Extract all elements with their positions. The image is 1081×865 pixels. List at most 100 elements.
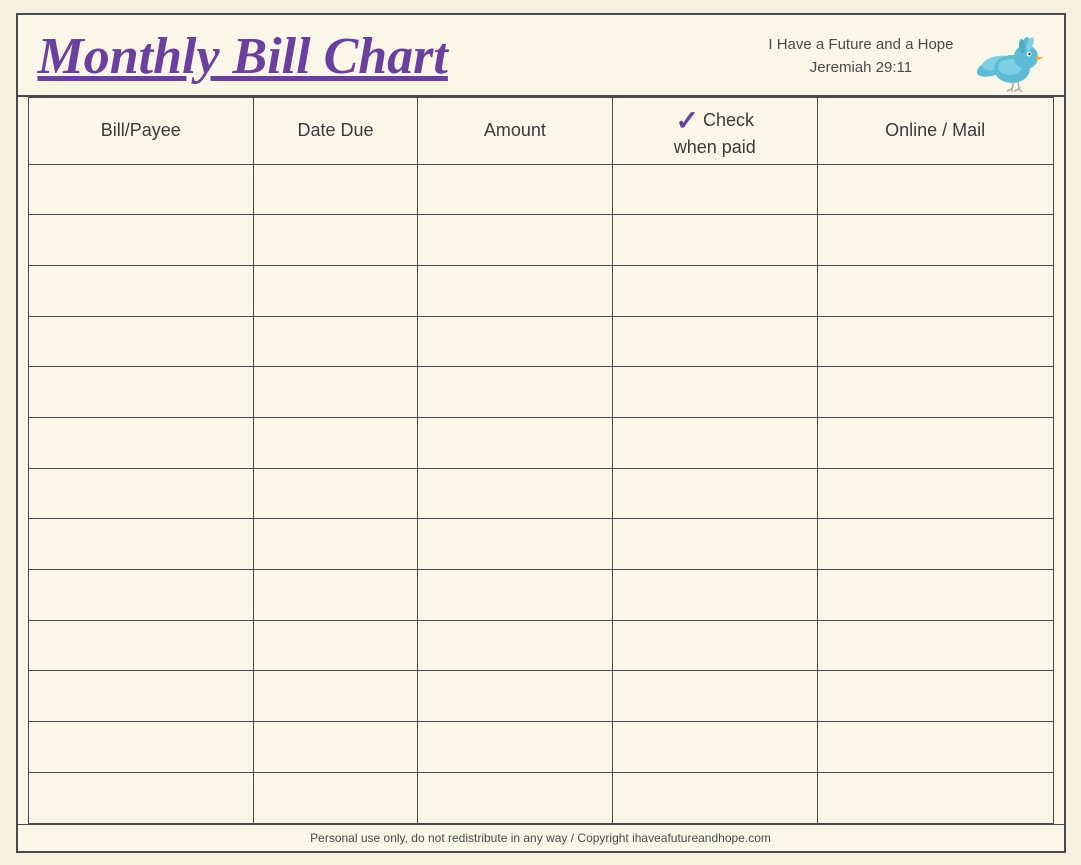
table-row: [28, 468, 1053, 519]
table-cell: [28, 570, 254, 621]
table-row: [28, 316, 1053, 367]
footer: Personal use only, do not redistribute i…: [18, 824, 1064, 851]
tagline-line2: Jeremiah 29:11: [810, 57, 912, 80]
footer-text: Personal use only, do not redistribute i…: [310, 831, 771, 845]
table-cell: [817, 265, 1053, 316]
table-cell: [612, 417, 817, 468]
table-cell: [612, 620, 817, 671]
table-cell: [418, 772, 613, 823]
table-cell: [28, 265, 254, 316]
table-cell: [612, 265, 817, 316]
table-cell: [418, 164, 613, 215]
page-container: Monthly Bill Chart I Have a Future and a…: [16, 13, 1066, 853]
table-body: [28, 164, 1053, 823]
table-cell: [817, 570, 1053, 621]
table-cell: [817, 722, 1053, 773]
checkmark-symbol: ✓: [676, 104, 699, 137]
table-cell: [612, 570, 817, 621]
table-cell: [612, 671, 817, 722]
table-cell: [418, 468, 613, 519]
col-header-check: ✓ Check when paid: [612, 97, 817, 164]
table-row: [28, 671, 1053, 722]
table-cell: [28, 722, 254, 773]
table-cell: [817, 772, 1053, 823]
table-cell: [28, 215, 254, 266]
bird-icon: [974, 27, 1044, 87]
table-cell: [418, 265, 613, 316]
table-cell: [28, 164, 254, 215]
table-cell: [254, 519, 418, 570]
table-cell: [418, 215, 613, 266]
bill-chart-table: Bill/Payee Date Due Amount ✓ Check: [28, 97, 1054, 824]
table-row: [28, 215, 1053, 266]
table-cell: [28, 316, 254, 367]
table-row: [28, 570, 1053, 621]
tagline-line1: I Have a Future and a Hope: [768, 34, 953, 57]
table-cell: [254, 417, 418, 468]
title-area: Monthly Bill Chart: [38, 28, 448, 85]
table-cell: [418, 519, 613, 570]
table-cell: [612, 722, 817, 773]
table-row: [28, 164, 1053, 215]
table-cell: [418, 722, 613, 773]
table-cell: [817, 519, 1053, 570]
table-cell: [817, 417, 1053, 468]
table-cell: [254, 316, 418, 367]
table-row: [28, 367, 1053, 418]
table-header-row: Bill/Payee Date Due Amount ✓ Check: [28, 97, 1053, 164]
table-cell: [418, 620, 613, 671]
table-wrapper: Bill/Payee Date Due Amount ✓ Check: [18, 97, 1064, 824]
table-cell: [254, 620, 418, 671]
table-cell: [254, 367, 418, 418]
table-cell: [254, 164, 418, 215]
table-cell: [418, 316, 613, 367]
table-cell: [254, 468, 418, 519]
table-cell: [254, 671, 418, 722]
table-row: [28, 620, 1053, 671]
table-cell: [612, 316, 817, 367]
table-row: [28, 772, 1053, 823]
table-cell: [418, 367, 613, 418]
table-row: [28, 265, 1053, 316]
table-cell: [612, 215, 817, 266]
table-cell: [612, 367, 817, 418]
table-cell: [28, 620, 254, 671]
table-cell: [28, 519, 254, 570]
table-cell: [612, 164, 817, 215]
col-header-amount: Amount: [418, 97, 613, 164]
table-cell: [28, 417, 254, 468]
col-header-online: Online / Mail: [817, 97, 1053, 164]
tagline-area: I Have a Future and a Hope Jeremiah 29:1…: [768, 34, 953, 79]
table-cell: [418, 671, 613, 722]
table-cell: [817, 620, 1053, 671]
main-title: Monthly Bill Chart: [38, 28, 448, 85]
header: Monthly Bill Chart I Have a Future and a…: [18, 15, 1064, 97]
table-row: [28, 417, 1053, 468]
table-cell: [418, 570, 613, 621]
table-cell: [28, 772, 254, 823]
table-cell: [254, 265, 418, 316]
table-cell: [612, 519, 817, 570]
table-cell: [612, 468, 817, 519]
table-row: [28, 519, 1053, 570]
table-cell: [817, 367, 1053, 418]
table-cell: [612, 772, 817, 823]
table-cell: [254, 215, 418, 266]
table-cell: [28, 671, 254, 722]
check-label-line1: Check: [703, 110, 754, 131]
table-cell: [28, 468, 254, 519]
table-cell: [254, 570, 418, 621]
table-cell: [817, 215, 1053, 266]
table-cell: [817, 671, 1053, 722]
table-cell: [817, 316, 1053, 367]
col-header-date: Date Due: [254, 97, 418, 164]
table-cell: [418, 417, 613, 468]
table-cell: [817, 468, 1053, 519]
table-cell: [28, 367, 254, 418]
table-cell: [254, 772, 418, 823]
header-right: I Have a Future and a Hope Jeremiah 29:1…: [768, 27, 1043, 87]
check-label-line2: when paid: [674, 137, 756, 158]
table-row: [28, 722, 1053, 773]
table-cell: [254, 722, 418, 773]
col-header-bill: Bill/Payee: [28, 97, 254, 164]
